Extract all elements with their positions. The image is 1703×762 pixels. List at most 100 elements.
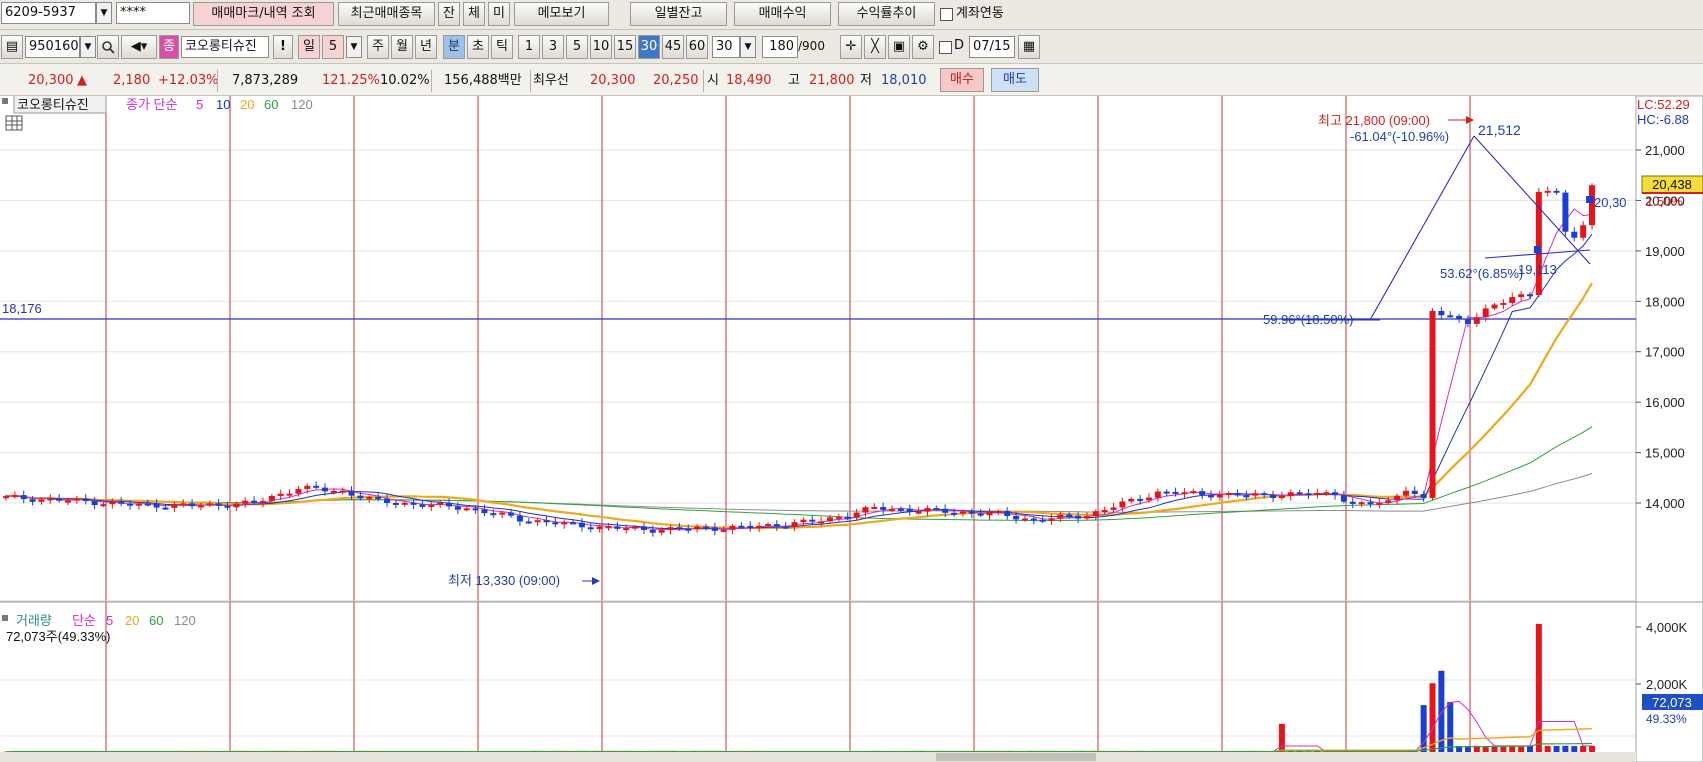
stock-name-field[interactable]: 코오롱티슈진	[181, 36, 269, 58]
candle-body	[827, 517, 834, 522]
price-axis-tick: 18,000	[1645, 294, 1685, 309]
account-dropdown-button[interactable]: ▼	[96, 2, 112, 24]
account-link-checkbox[interactable]	[940, 8, 953, 21]
minute-5-button[interactable]: 5	[566, 35, 588, 59]
period-month-button[interactable]: 월	[391, 35, 413, 59]
period-day-count[interactable]: 5	[322, 35, 344, 59]
lc-label: LC:52.29	[1637, 97, 1690, 112]
sell-button[interactable]: 매도	[991, 68, 1039, 92]
candle-body	[791, 522, 798, 527]
candle-body	[1083, 516, 1090, 519]
candle-body	[1429, 310, 1436, 498]
crosshair-add-icon[interactable]: ✛	[840, 35, 862, 59]
gear-icon[interactable]: ⚙	[912, 35, 934, 59]
minute-45-button[interactable]: 45	[662, 35, 684, 59]
candle-body	[1119, 501, 1126, 508]
volume-bar	[1429, 683, 1436, 752]
table-icon[interactable]	[5, 115, 23, 131]
candle-body	[1208, 494, 1215, 498]
executed-button[interactable]: 체	[463, 2, 485, 26]
candle-body	[1332, 492, 1339, 496]
candle-body	[1287, 492, 1294, 497]
candle-body	[277, 493, 284, 496]
volume: 7,873,289	[232, 73, 299, 88]
minute-10-button[interactable]: 10	[590, 35, 612, 59]
trade-profit-button[interactable]: 매매수익	[734, 2, 831, 26]
last-price-marker	[1586, 196, 1593, 203]
profit-rate-trend-button[interactable]: 수익률추이	[838, 2, 935, 26]
candle-body	[20, 495, 27, 500]
candle-body	[880, 507, 887, 510]
minute-select-dropdown[interactable]: ▼	[740, 36, 756, 58]
date-checkbox[interactable]	[939, 41, 952, 54]
candle-body	[1509, 297, 1516, 303]
period-week-button[interactable]: 주	[367, 35, 389, 59]
candle-body	[215, 503, 222, 506]
candle-body	[906, 508, 913, 512]
trade-mark-query-button[interactable]: 매매마크/내역 조회	[193, 2, 334, 26]
minute-1-button[interactable]: 1	[518, 35, 540, 59]
scrollbar-thumb[interactable]	[936, 753, 1096, 761]
daily-balance-button[interactable]: 일별잔고	[630, 2, 727, 26]
trendline-icon[interactable]: ╳	[864, 35, 886, 59]
candle-body	[543, 520, 550, 523]
minute-30-button[interactable]: 30	[638, 35, 660, 59]
open-price: 18,490	[726, 73, 772, 88]
period-dropdown-button[interactable]: ▼	[346, 36, 362, 58]
volume-axis-tick: 4,000K	[1646, 620, 1688, 635]
candle-body	[180, 503, 187, 506]
candle-body	[383, 498, 390, 503]
candle-body	[1110, 507, 1117, 510]
volume-axis-tick: 2,000K	[1646, 677, 1688, 692]
minute-select[interactable]: 30	[712, 36, 740, 58]
period-second-button[interactable]: 초	[467, 35, 489, 59]
unfilled-button[interactable]: 미	[488, 2, 510, 26]
stock-code-dropdown-button[interactable]: ▼	[80, 36, 96, 58]
save-icon[interactable]: ▣	[888, 35, 910, 59]
minute-15-button[interactable]: 15	[614, 35, 636, 59]
stock-chart[interactable]: 18,176 최고 21,800 (09:00) -61.04°(-10.96%…	[0, 96, 1703, 762]
password-field[interactable]: ****	[116, 2, 190, 24]
bar-count-total: /900	[798, 39, 825, 53]
memo-view-button[interactable]: 메모보기	[514, 2, 609, 26]
legend-ma5: 5	[196, 97, 203, 112]
candle-body	[224, 505, 231, 508]
account-number-field[interactable]: 6209-5937	[1, 2, 96, 24]
minute-3-button[interactable]: 3	[542, 35, 564, 59]
candle-body	[685, 528, 692, 531]
bar-count-field[interactable]: 180	[762, 36, 798, 58]
candle-body	[162, 507, 169, 510]
trendline3-end-label: 19,113	[1518, 262, 1557, 277]
candle-body	[73, 498, 80, 501]
date-field[interactable]: 07/15	[969, 36, 1015, 58]
candle-body	[197, 505, 204, 508]
panel-handle-icon[interactable]	[2, 98, 8, 104]
balance-button[interactable]: 잔	[438, 2, 460, 26]
period-tick-button[interactable]: 틱	[491, 35, 513, 59]
high-label: 고	[788, 73, 800, 88]
candle-body	[171, 503, 178, 508]
candle-body	[1340, 495, 1347, 502]
horizontal-scrollbar[interactable]	[0, 752, 1636, 762]
candle-body	[1367, 502, 1374, 505]
speaker-icon[interactable]: ◀▾	[121, 35, 157, 59]
period-day-button[interactable]: 일	[298, 35, 320, 59]
candle-body	[729, 525, 736, 530]
period-minute-button[interactable]: 분	[443, 35, 465, 59]
stock-code-field[interactable]: 950160	[25, 36, 80, 58]
calendar-icon[interactable]: ▦	[1018, 35, 1040, 59]
chart-menu-icon[interactable]: ▤	[1, 35, 23, 59]
recent-trades-button[interactable]: 최근매매종목	[338, 2, 435, 26]
candle-body	[897, 508, 904, 511]
candle-body	[552, 522, 559, 525]
candle-body	[818, 521, 825, 524]
candle-body	[1057, 514, 1064, 519]
minute-60-button[interactable]: 60	[686, 35, 708, 59]
search-icon[interactable]	[97, 35, 119, 59]
alert-button[interactable]: !	[273, 35, 293, 59]
candle-body	[153, 503, 160, 508]
volume-panel-handle-icon[interactable]	[2, 615, 8, 621]
period-year-button[interactable]: 년	[415, 35, 437, 59]
candle-body	[508, 512, 515, 516]
buy-button[interactable]: 매수	[940, 68, 984, 92]
